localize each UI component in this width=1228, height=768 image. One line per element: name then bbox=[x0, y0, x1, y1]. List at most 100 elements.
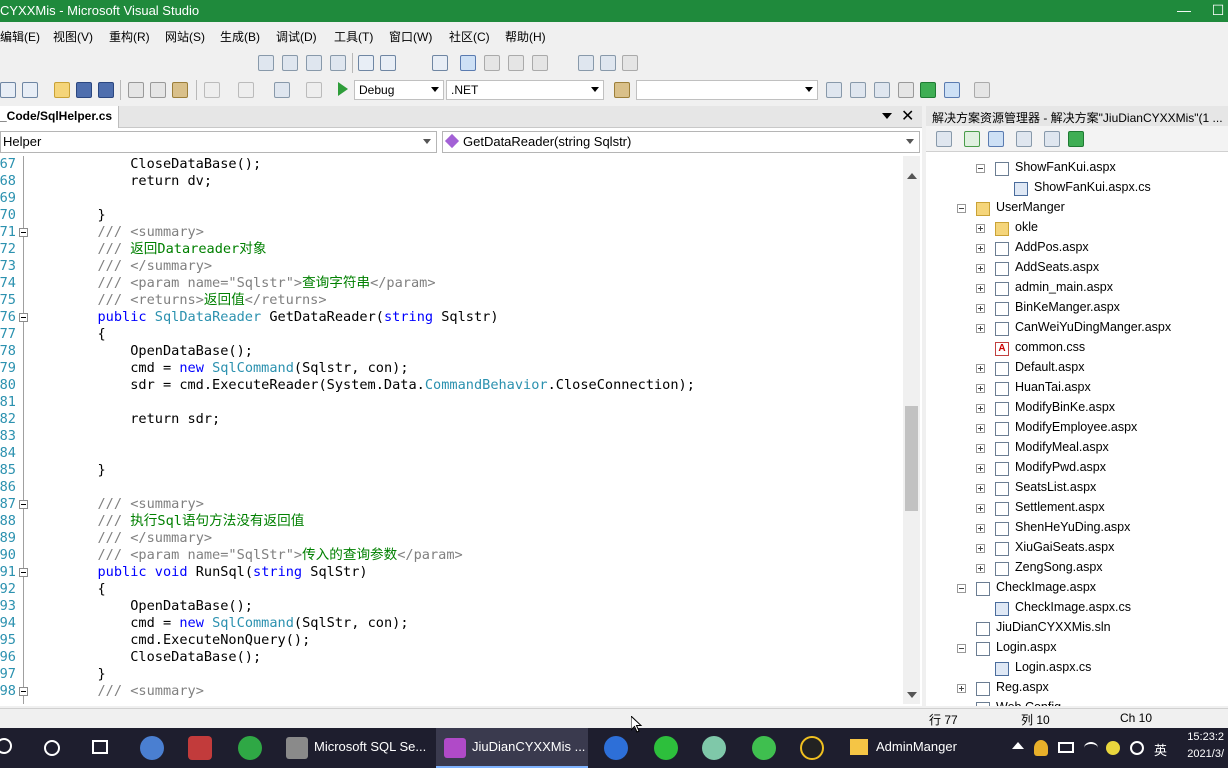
scroll-up-icon[interactable] bbox=[907, 173, 917, 179]
code-line[interactable]: 94 cmd = new SqlCommand(SqlStr, con); bbox=[0, 615, 903, 632]
menu-community[interactable]: 社区(C) bbox=[449, 28, 490, 45]
window-icon[interactable] bbox=[944, 82, 960, 98]
clear-bookmark-icon[interactable] bbox=[532, 55, 548, 71]
format-icon[interactable] bbox=[330, 55, 346, 71]
code-line[interactable]: 96 CloseDataBase(); bbox=[0, 649, 903, 666]
expand-icon[interactable] bbox=[976, 244, 985, 253]
qq-tray-icon[interactable] bbox=[1034, 740, 1048, 756]
save-icon[interactable] bbox=[76, 82, 92, 98]
class-combo[interactable]: Helper bbox=[0, 131, 437, 153]
expand-icon[interactable] bbox=[976, 224, 985, 233]
indent-icon[interactable] bbox=[358, 55, 374, 71]
object-browser-icon[interactable] bbox=[874, 82, 890, 98]
asp-config-icon[interactable] bbox=[1068, 131, 1084, 147]
code-line[interactable]: 82 return sdr; bbox=[0, 411, 903, 428]
code-line[interactable]: 98 /// <summary> bbox=[0, 683, 903, 700]
tab-list-icon[interactable] bbox=[882, 113, 892, 119]
editor-tab[interactable]: _Code/SqlHelper.cs bbox=[0, 106, 120, 128]
cortana-icon[interactable] bbox=[44, 740, 60, 756]
code-line[interactable]: 93 OpenDataBase(); bbox=[0, 598, 903, 615]
expand-icon[interactable] bbox=[976, 444, 985, 453]
expand-icon[interactable] bbox=[976, 524, 985, 533]
properties-icon[interactable] bbox=[850, 82, 866, 98]
code-line[interactable]: 69 bbox=[0, 190, 903, 207]
expand-icon[interactable] bbox=[976, 404, 985, 413]
navigate-forward-icon[interactable] bbox=[600, 55, 616, 71]
nest-icon[interactable] bbox=[1016, 131, 1032, 147]
redo-icon[interactable] bbox=[238, 82, 254, 98]
toolbar-options-icon[interactable] bbox=[974, 82, 990, 98]
app-icon[interactable] bbox=[752, 736, 776, 760]
solution-explorer-icon[interactable] bbox=[826, 82, 842, 98]
expand-icon[interactable] bbox=[976, 464, 985, 473]
collapse-icon[interactable] bbox=[957, 584, 966, 593]
scrollbar-thumb[interactable] bbox=[905, 406, 918, 511]
code-line[interactable]: 73 /// </summary> bbox=[0, 258, 903, 275]
code-line[interactable]: 68 return dv; bbox=[0, 173, 903, 190]
task-view-icon[interactable] bbox=[92, 740, 108, 754]
code-line[interactable]: 74 /// <param name="Sqlstr">查询字符串</param… bbox=[0, 275, 903, 292]
code-line[interactable]: 92 { bbox=[0, 581, 903, 598]
expand-icon[interactable] bbox=[976, 484, 985, 493]
pointer-icon[interactable] bbox=[306, 55, 322, 71]
close-icon[interactable]: ✕ bbox=[901, 106, 914, 126]
paste-icon[interactable] bbox=[172, 82, 188, 98]
add-item-icon[interactable] bbox=[22, 82, 38, 98]
collapse-icon[interactable] bbox=[19, 568, 28, 577]
expand-icon[interactable] bbox=[976, 384, 985, 393]
toolbox-icon[interactable] bbox=[898, 82, 914, 98]
collapse-icon[interactable] bbox=[976, 164, 985, 173]
toolbox-app-icon[interactable] bbox=[188, 736, 212, 760]
menu-website[interactable]: 网站(S) bbox=[165, 28, 205, 45]
navigate-back-icon[interactable] bbox=[578, 55, 594, 71]
expand-icon[interactable] bbox=[976, 324, 985, 333]
code-line[interactable]: 95 cmd.ExecuteNonQuery(); bbox=[0, 632, 903, 649]
scroll-down-icon[interactable] bbox=[907, 692, 917, 698]
search-icon[interactable] bbox=[0, 738, 12, 754]
ime-indicator[interactable]: 英 bbox=[1154, 740, 1167, 759]
code-line[interactable]: 72 /// 返回Datareader对象 bbox=[0, 241, 903, 258]
menu-edit[interactable]: 编辑(E) bbox=[0, 28, 40, 45]
size-icon[interactable] bbox=[282, 55, 298, 71]
code-line[interactable]: 78 OpenDataBase(); bbox=[0, 343, 903, 360]
toolbar-options-icon[interactable] bbox=[622, 55, 638, 71]
app-icon[interactable] bbox=[702, 736, 726, 760]
vertical-scrollbar[interactable] bbox=[903, 156, 920, 704]
code-line[interactable]: 84 bbox=[0, 445, 903, 462]
wifi-icon[interactable] bbox=[1084, 742, 1098, 754]
properties-icon[interactable] bbox=[936, 131, 952, 147]
expand-icon[interactable] bbox=[976, 264, 985, 273]
code-line[interactable]: 79 cmd = new SqlCommand(Sqlstr, con); bbox=[0, 360, 903, 377]
battery-icon[interactable] bbox=[1058, 742, 1074, 753]
find-in-files-icon[interactable] bbox=[614, 82, 630, 98]
collapse-icon[interactable] bbox=[19, 500, 28, 509]
new-project-icon[interactable] bbox=[0, 82, 16, 98]
code-line[interactable]: 83 bbox=[0, 428, 903, 445]
cut-icon[interactable] bbox=[128, 82, 144, 98]
platform-select[interactable]: .NET bbox=[446, 80, 604, 100]
prev-bookmark-icon[interactable] bbox=[484, 55, 500, 71]
code-line[interactable]: 85 } bbox=[0, 462, 903, 479]
code-line[interactable]: 90 /// <param name="SqlStr">传入的查询参数</par… bbox=[0, 547, 903, 564]
menu-window[interactable]: 窗口(W) bbox=[389, 28, 432, 45]
solution-tree[interactable]: ShowFanKui.aspx ShowFanKui.aspx.cs UserMan… bbox=[926, 152, 1228, 706]
taskbar-sql-server[interactable]: Microsoft SQL Se... bbox=[282, 728, 432, 768]
expand-icon[interactable] bbox=[976, 364, 985, 373]
start-page-icon[interactable] bbox=[920, 82, 936, 98]
menu-tools[interactable]: 工具(T) bbox=[334, 28, 373, 45]
collapse-icon[interactable] bbox=[957, 204, 966, 213]
code-line[interactable]: 91 public void RunSql(string SqlStr) bbox=[0, 564, 903, 581]
expand-icon[interactable] bbox=[957, 684, 966, 693]
next-bookmark-icon[interactable] bbox=[508, 55, 524, 71]
code-line[interactable]: 97 } bbox=[0, 666, 903, 683]
member-combo[interactable]: GetDataReader(string Sqlstr) bbox=[442, 131, 920, 153]
find-box[interactable] bbox=[636, 80, 818, 100]
code-line[interactable]: 76 public SqlDataReader GetDataReader(st… bbox=[0, 309, 903, 326]
code-line[interactable]: 75 /// <returns>返回值</returns> bbox=[0, 292, 903, 309]
menu-build[interactable]: 生成(B) bbox=[220, 28, 260, 45]
code-line[interactable]: 89 /// </summary> bbox=[0, 530, 903, 547]
code-line[interactable]: 67 CloseDataBase(); bbox=[0, 156, 903, 173]
collapse-icon[interactable] bbox=[957, 644, 966, 653]
minimize-button[interactable]: — bbox=[1164, 0, 1204, 22]
code-line[interactable]: 81 bbox=[0, 394, 903, 411]
